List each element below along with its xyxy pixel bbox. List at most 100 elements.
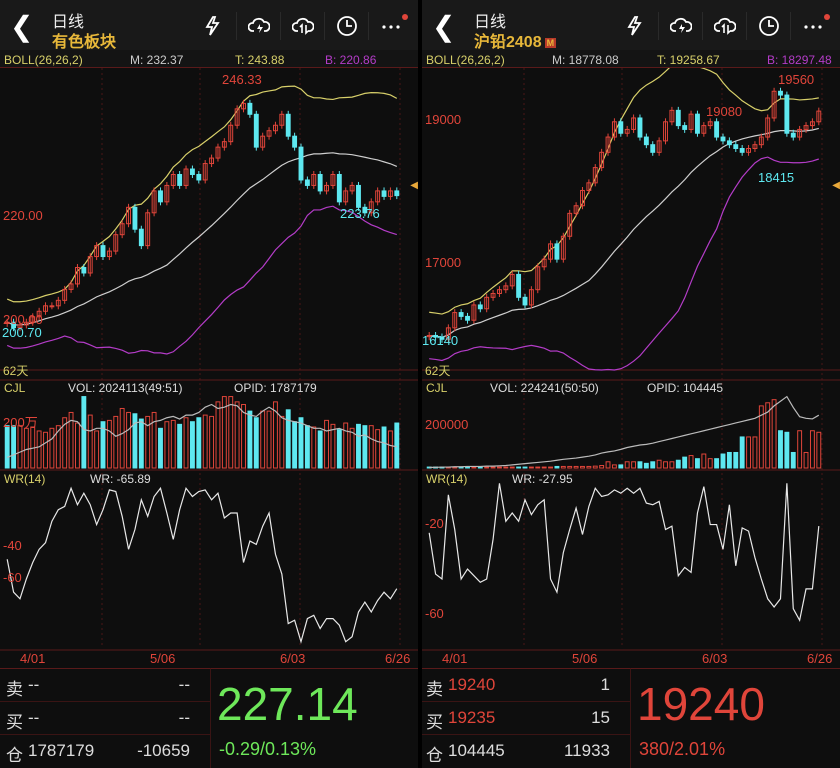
oi-label: 仓 bbox=[426, 746, 443, 765]
cloud-sync-button[interactable] bbox=[702, 12, 746, 40]
candle-body bbox=[554, 243, 560, 260]
volume-bar bbox=[471, 466, 477, 469]
date-tick: 4/01 bbox=[442, 651, 468, 666]
volume-bar bbox=[298, 417, 304, 469]
date-tick: 6/26 bbox=[385, 651, 411, 666]
volume-bar bbox=[126, 411, 131, 469]
clock-button[interactable] bbox=[746, 12, 790, 40]
volume-bar bbox=[611, 464, 617, 469]
volume-value: VOL: 2024113(49:51) bbox=[68, 381, 183, 395]
volume-bar bbox=[522, 466, 528, 469]
open-interest: 1787179 bbox=[28, 741, 95, 760]
volume-bar bbox=[324, 419, 329, 469]
volume-bar bbox=[484, 466, 490, 469]
buy-label: 买 bbox=[6, 713, 23, 732]
volume-bar bbox=[260, 410, 266, 469]
volume-bar bbox=[605, 461, 611, 469]
instrument-name[interactable]: 有色板块 bbox=[52, 28, 116, 52]
candle-body bbox=[49, 305, 55, 308]
volume-bar bbox=[541, 466, 547, 469]
volume-bar bbox=[656, 459, 662, 469]
boll-top: T: 243.88 bbox=[235, 53, 285, 67]
volume-bar bbox=[247, 410, 253, 469]
volume-bar bbox=[234, 401, 240, 469]
candle-body bbox=[356, 184, 361, 208]
more-button[interactable] bbox=[368, 12, 412, 40]
opid-line bbox=[429, 395, 820, 468]
boll-legend: BOLL(26,26,2) M: 18778.08 T: 19258.67 B:… bbox=[422, 50, 840, 68]
clock-button[interactable] bbox=[324, 12, 368, 40]
cloud-sync-button[interactable] bbox=[280, 12, 324, 40]
cloud-sync-icon bbox=[291, 17, 314, 35]
candle-body bbox=[189, 168, 195, 175]
flash-button[interactable] bbox=[192, 12, 236, 40]
current-price-marker-icon: ◀ bbox=[410, 180, 418, 191]
clock-icon bbox=[758, 16, 779, 36]
volume-bar bbox=[132, 413, 138, 469]
boll-lower-line bbox=[6, 205, 397, 355]
kline-chart[interactable] bbox=[0, 68, 418, 668]
volume-bar bbox=[138, 418, 144, 469]
volume-bar bbox=[707, 458, 713, 469]
candle-body bbox=[477, 304, 483, 310]
candle-body bbox=[317, 173, 323, 192]
candle-body bbox=[458, 312, 464, 317]
wr-value: WR: -65.89 bbox=[90, 472, 151, 486]
volume-bar bbox=[4, 425, 10, 469]
low-price-label: 200.70 bbox=[2, 325, 42, 340]
cloud-sync-icon bbox=[713, 17, 736, 35]
volume-bar bbox=[618, 464, 624, 469]
flash-icon bbox=[627, 16, 642, 36]
volume-bar bbox=[752, 436, 758, 469]
sell-price: -- bbox=[28, 675, 40, 694]
price-tick-17000: 17000 bbox=[425, 255, 462, 270]
volume-bar bbox=[381, 426, 387, 469]
volume-bar bbox=[528, 466, 534, 469]
candle-body bbox=[618, 121, 624, 134]
volume-bar bbox=[75, 422, 80, 469]
volume-bar bbox=[746, 436, 751, 469]
notification-dot bbox=[824, 14, 830, 20]
volume-bar bbox=[663, 461, 668, 469]
instrument-name[interactable]: 沪铅2408 M bbox=[474, 28, 557, 52]
boll-bottom: B: 18297.48 bbox=[767, 53, 832, 67]
last-price: 227.14 bbox=[217, 678, 358, 730]
high-price-label: 246.33 bbox=[222, 72, 262, 87]
back-icon[interactable]: ❮ bbox=[10, 10, 33, 43]
candle-body bbox=[522, 296, 528, 306]
opid-value: OPID: 1787179 bbox=[234, 381, 317, 395]
candle-body bbox=[196, 173, 202, 181]
volume-bar bbox=[790, 451, 796, 469]
cloud-download-button[interactable] bbox=[658, 12, 702, 40]
instrument-name-text: 沪铅2408 bbox=[474, 34, 542, 51]
candle-body bbox=[132, 206, 138, 230]
wr-label: WR(14) bbox=[426, 472, 468, 486]
oi-change: -10659 bbox=[137, 741, 190, 760]
sell-qty: -- bbox=[178, 675, 190, 694]
flash-icon bbox=[205, 16, 220, 36]
volume-value: VOL: 224241(50:50) bbox=[490, 381, 599, 395]
candle-body bbox=[720, 136, 726, 142]
sell-qty: 1 bbox=[600, 675, 610, 694]
kline-chart[interactable] bbox=[422, 68, 840, 668]
candle-body bbox=[394, 190, 400, 197]
low-price-label: 16140 bbox=[422, 333, 459, 348]
candle-body bbox=[650, 144, 656, 153]
candle-body bbox=[177, 173, 183, 186]
wr-tick-40: -40 bbox=[3, 538, 22, 553]
more-button[interactable] bbox=[790, 12, 834, 40]
volume-bar bbox=[394, 422, 400, 469]
candle-body bbox=[784, 94, 790, 134]
volume-bar bbox=[23, 427, 29, 469]
volume-bar bbox=[554, 465, 560, 469]
candle-body bbox=[733, 144, 739, 150]
boll-lower-line bbox=[429, 156, 819, 371]
wr-tick-60: -60 bbox=[3, 570, 22, 585]
volume-bar bbox=[349, 427, 355, 469]
volume-bar bbox=[209, 415, 215, 469]
flash-button[interactable] bbox=[614, 12, 658, 40]
header: ❮ 日线 沪铅2408 M bbox=[422, 0, 840, 52]
local-low-label: 223.76 bbox=[340, 206, 380, 221]
back-icon[interactable]: ❮ bbox=[432, 10, 455, 43]
cloud-download-button[interactable] bbox=[236, 12, 280, 40]
